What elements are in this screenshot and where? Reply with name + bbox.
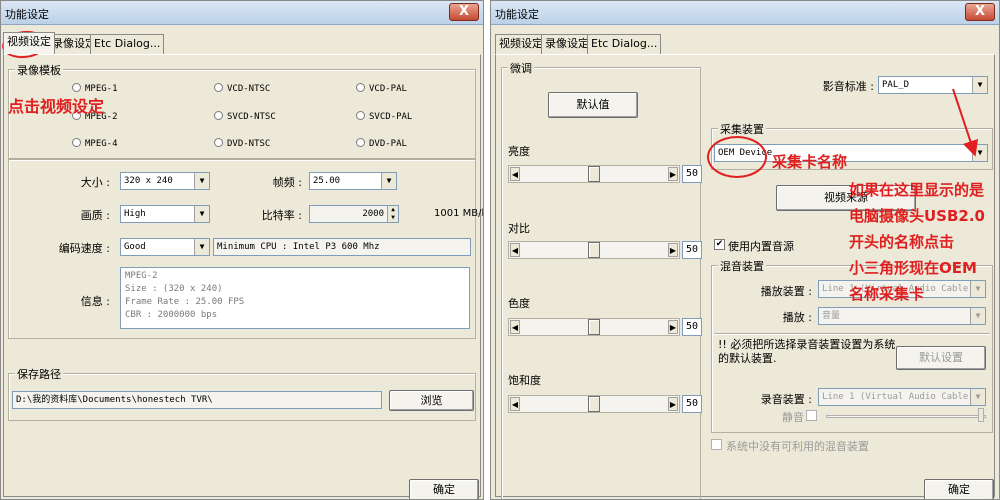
radio-svcd-pal[interactable]: SVCD-PAL xyxy=(356,111,412,122)
radio-mpeg4[interactable]: MPEG-4 xyxy=(72,138,118,149)
chevron-down-icon: ▼ xyxy=(194,206,209,222)
encode-speed-select[interactable]: Good ▼ xyxy=(120,238,210,256)
radio-vcd-pal[interactable]: VCD-PAL xyxy=(356,83,407,94)
bitrate-label: 比特率 : xyxy=(261,209,302,222)
close-button[interactable]: X xyxy=(449,3,479,21)
browse-button[interactable]: 浏览 xyxy=(389,390,474,411)
tab-etc-dialog[interactable]: Etc Dialog... xyxy=(90,34,165,54)
info-line: MPEG-2 xyxy=(125,271,158,281)
save-path-title: 保存路径 xyxy=(15,366,63,382)
info-line: Frame Rate : 25.00 FPS xyxy=(125,297,245,307)
info-line: CBR : 2000000 bps xyxy=(125,310,218,320)
size-select[interactable]: 320 x 240 ▼ xyxy=(120,172,210,190)
framerate-label: 帧频 : xyxy=(272,176,302,189)
info-label: 信息 : xyxy=(80,295,110,308)
info-line: Size : (320 x 240) xyxy=(125,284,223,294)
template-group-title: 录像模板 xyxy=(15,62,63,78)
title-bar: 功能设定 X xyxy=(1,1,483,25)
framerate-select[interactable]: 25.00 ▼ xyxy=(309,172,397,190)
quality-label: 画质 : xyxy=(80,209,110,222)
annotation-click-video-settings: 点击视频设定 xyxy=(8,97,105,116)
encode-speed-label: 编码速度 : xyxy=(58,242,110,255)
radio-vcd-ntsc[interactable]: VCD-NTSC xyxy=(214,83,270,94)
chevron-down-icon: ▼ xyxy=(381,173,396,189)
settings-window-right: 功能设定 X 视频设定 录像设定 Etc Dialog... 微调 默认值 亮度… xyxy=(490,0,1000,500)
video-settings-panel: 录像模板 MPEG-1 VCD-NTSC VCD-PAL MPEG-2 SVCD… xyxy=(3,54,484,499)
radio-dvd-ntsc[interactable]: DVD-NTSC xyxy=(214,138,270,149)
radio-dvd-pal[interactable]: DVD-PAL xyxy=(356,138,407,149)
info-box: MPEG-2 Size : (320 x 240) Frame Rate : 2… xyxy=(120,267,470,329)
cpu-requirement: Minimum CPU : Intel P3 600 Mhz xyxy=(213,238,471,256)
spinner-icon[interactable]: ▲ ▼ xyxy=(387,206,398,222)
tab-video-settings[interactable]: 视频设定 xyxy=(3,32,55,54)
radio-svcd-ntsc[interactable]: SVCD-NTSC xyxy=(214,111,276,122)
chevron-down-icon: ▼ xyxy=(194,239,209,255)
bitrate-stepper[interactable]: 2000 ▲ ▼ xyxy=(309,205,399,223)
chevron-down-icon: ▼ xyxy=(194,173,209,189)
annotation-arrow xyxy=(952,88,979,157)
save-path-field[interactable]: D:\我的资料库\Documents\honestech TVR\ xyxy=(12,391,382,409)
quality-select[interactable]: High ▼ xyxy=(120,205,210,223)
ok-button[interactable]: 确定 xyxy=(409,479,479,499)
bitrate-unit: 1001 MB/h xyxy=(434,208,484,219)
size-label: 大小 : xyxy=(80,176,110,189)
window-title: 功能设定 xyxy=(5,8,49,21)
settings-window-left: 功能设定 X 视频设定 录像设定 Etc Dialog... 录像模板 MPEG… xyxy=(0,0,484,500)
